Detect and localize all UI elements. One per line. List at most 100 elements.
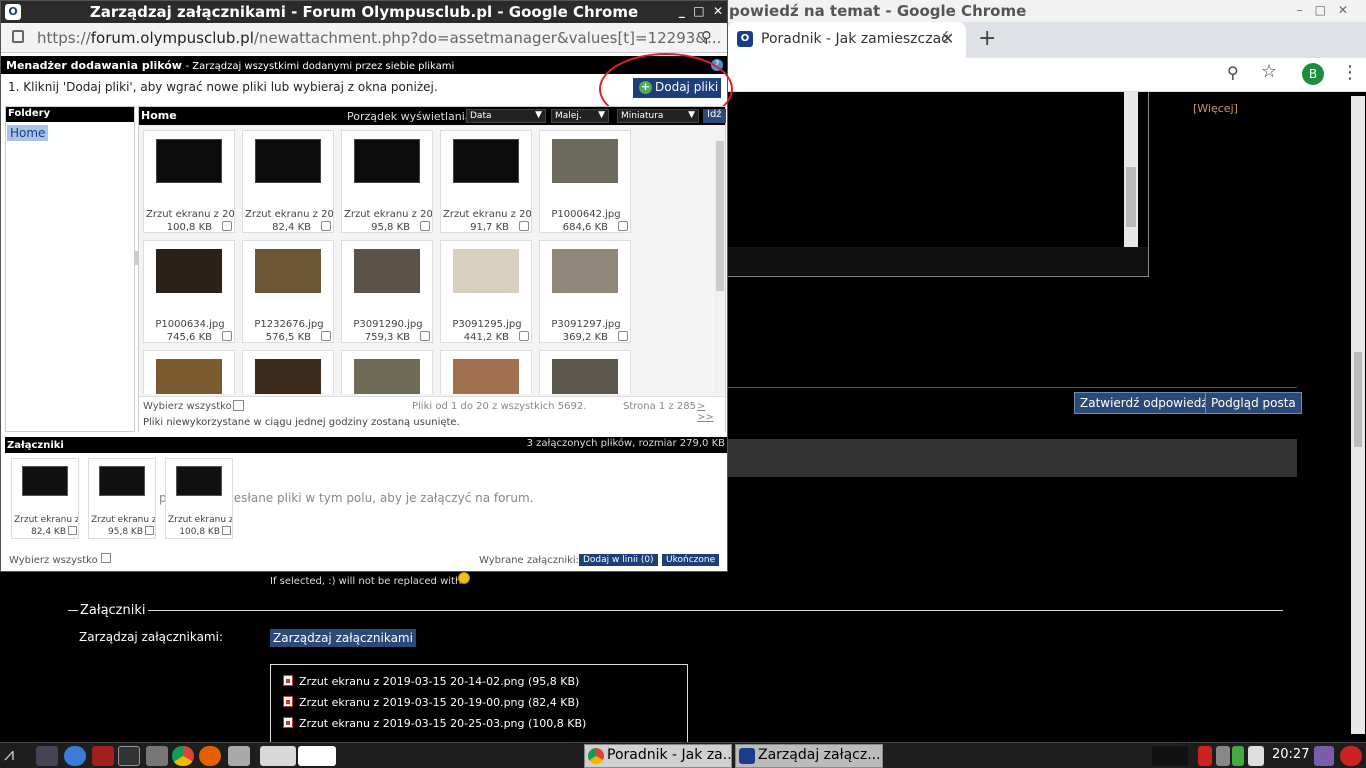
- file-tile[interactable]: [143, 350, 235, 394]
- message-editor[interactable]: [727, 92, 1149, 277]
- file-thumbnail[interactable]: [354, 249, 420, 293]
- file-tile[interactable]: Zrzut ekranu z 2019-03-15 20-14-02.png 95…: [341, 130, 433, 233]
- file-tile[interactable]: Zrzut ekranu z 2019-03-15 20-19-00.png 82…: [242, 130, 334, 233]
- popup-window-controls[interactable]: _ □ ✕: [679, 4, 723, 18]
- network-icon[interactable]: [64, 746, 86, 766]
- file-thumbnail[interactable]: [453, 139, 519, 183]
- tab-poradnik[interactable]: O Poradnik - Jak zamieszczać ✕: [727, 22, 966, 58]
- file-thumbnail[interactable]: [552, 249, 618, 293]
- task-poradnik[interactable]: Poradnik - Jak za...: [584, 744, 732, 768]
- attachment-thumbnail[interactable]: [176, 466, 222, 496]
- menu-icon[interactable]: ⋮: [1341, 62, 1359, 83]
- zoom-icon[interactable]: ⚲: [701, 28, 712, 46]
- file-thumbnail[interactable]: [453, 249, 519, 293]
- attachment-tile[interactable]: Zrzut ekranu z 2019-03-15 20-19-00.png 82…: [11, 458, 79, 539]
- start-menu-icon[interactable]: ⩘: [4, 746, 26, 766]
- attachment-checkbox[interactable]: [222, 526, 231, 535]
- files-icon[interactable]: [146, 746, 168, 766]
- file-thumbnail[interactable]: [552, 359, 618, 394]
- file-checkbox[interactable]: [222, 221, 232, 231]
- file-grid-scrollbar-thumb[interactable]: [716, 141, 724, 291]
- file-tile[interactable]: P1000642.jpg 684,6 KB: [539, 130, 631, 233]
- file-checkbox[interactable]: [618, 221, 628, 231]
- select-all-checkbox[interactable]: [233, 400, 244, 411]
- file-tile[interactable]: P3091290.jpg 759,3 KB: [341, 240, 433, 343]
- task-attachments[interactable]: Zarządaj załącz...: [735, 744, 883, 768]
- view-mode-select[interactable]: Miniatura ▼: [617, 109, 699, 123]
- attachment-tile[interactable]: Zrzut ekranu z 2019-03-15 20-14-02.png 95…: [88, 458, 156, 539]
- file-checkbox[interactable]: [420, 221, 430, 231]
- file-tile[interactable]: P1232676.jpg 576,5 KB: [242, 240, 334, 343]
- done-button[interactable]: Ukończone: [662, 554, 720, 566]
- clock[interactable]: 20:27: [1272, 747, 1309, 762]
- file-checkbox[interactable]: [519, 331, 529, 341]
- editor-resize-bar[interactable]: [728, 247, 1148, 275]
- sort-by-select[interactable]: Data ▼: [466, 109, 546, 123]
- app-launcher-icon[interactable]: [92, 746, 114, 766]
- desktop-icon[interactable]: [36, 746, 58, 766]
- editor-textarea[interactable]: [728, 92, 1140, 247]
- profile-avatar[interactable]: B: [1302, 63, 1324, 85]
- battery-icon[interactable]: [1232, 746, 1244, 766]
- insert-inline-button[interactable]: Dodaj w linii (0): [579, 554, 658, 566]
- file-tile[interactable]: Zrzut ekranu z 2019-03-15 20-25-03.png 10…: [143, 130, 235, 233]
- file-thumbnail[interactable]: [255, 249, 321, 293]
- file-checkbox[interactable]: [321, 221, 331, 231]
- file-thumbnail[interactable]: [552, 139, 618, 183]
- file-tile[interactable]: P3091295.jpg 441,2 KB: [440, 240, 532, 343]
- editor-scrollbar[interactable]: [1124, 92, 1138, 247]
- file-thumbnail[interactable]: [354, 139, 420, 183]
- firefox-icon[interactable]: [199, 746, 221, 766]
- file-tile[interactable]: [341, 350, 433, 394]
- next-page-links[interactable]: > >>: [697, 401, 725, 423]
- file-thumbnail[interactable]: [255, 359, 321, 394]
- file-tile[interactable]: Zrzut ekranu z 2019-03-15 20-10-44.png 91…: [440, 130, 532, 233]
- tray-usb-icon[interactable]: [1216, 746, 1230, 766]
- file-thumbnail[interactable]: [156, 359, 222, 394]
- workspace-2-icon[interactable]: [298, 746, 336, 766]
- file-checkbox[interactable]: [519, 221, 529, 231]
- window-controls[interactable]: –□✕: [1297, 3, 1360, 17]
- file-tile[interactable]: P1000634.jpg 745,6 KB: [143, 240, 235, 343]
- sort-order-select[interactable]: Malej. ▼: [551, 109, 609, 123]
- file-tile[interactable]: [440, 350, 532, 394]
- folder-home[interactable]: Home: [7, 125, 49, 141]
- file-grid-scrollbar[interactable]: [715, 141, 725, 393]
- attachment-checkbox[interactable]: [68, 526, 77, 535]
- chrome-icon[interactable]: [172, 746, 194, 766]
- clipboard-icon[interactable]: [1248, 746, 1264, 766]
- new-tab-icon[interactable]: +: [978, 26, 996, 51]
- file-thumbnail[interactable]: [156, 139, 222, 183]
- file-tile[interactable]: P3091297.jpg 369,2 KB: [539, 240, 631, 343]
- attached-file-link[interactable]: Zrzut ekranu z 2019-03-15 20-25-03.png (…: [283, 717, 586, 730]
- window-switcher-icon[interactable]: [228, 746, 250, 766]
- user-icon[interactable]: [1314, 746, 1334, 766]
- page-scrollbar-thumb[interactable]: [1354, 352, 1362, 447]
- attached-file-link[interactable]: Zrzut ekranu z 2019-03-15 20-14-02.png (…: [283, 675, 579, 688]
- preview-post-button[interactable]: Podgląd posta: [1205, 392, 1302, 414]
- file-checkbox[interactable]: [420, 331, 430, 341]
- file-thumbnail[interactable]: [354, 359, 420, 394]
- bookmark-star-icon[interactable]: ☆: [1261, 61, 1277, 82]
- more-smilies-link[interactable]: [Więcej]: [1193, 102, 1238, 115]
- attachment-thumbnail[interactable]: [99, 466, 145, 496]
- attachment-tile[interactable]: Zrzut ekranu z 2019-03-15 20-25-03.png 10…: [165, 458, 233, 539]
- file-checkbox[interactable]: [321, 331, 331, 341]
- address-bar[interactable]: https://forum.olympusclub.pl/newattachme…: [1, 23, 727, 53]
- page-scrollbar[interactable]: [1351, 96, 1365, 734]
- terminal-icon[interactable]: [118, 746, 140, 766]
- power-icon[interactable]: [1340, 746, 1362, 766]
- file-checkbox[interactable]: [618, 331, 628, 341]
- submit-reply-button[interactable]: Zatwierdź odpowiedź: [1074, 392, 1214, 414]
- manage-attachments-button[interactable]: Zarządzaj załącznikami: [270, 629, 416, 647]
- workspace-1-icon[interactable]: [260, 746, 296, 766]
- file-thumbnail[interactable]: [453, 359, 519, 394]
- go-button[interactable]: Idź: [703, 109, 726, 123]
- file-thumbnail[interactable]: [156, 249, 222, 293]
- file-checkbox[interactable]: [222, 331, 232, 341]
- attached-file-link[interactable]: Zrzut ekranu z 2019-03-15 20-19-00.png (…: [283, 696, 579, 709]
- file-tile[interactable]: [539, 350, 631, 394]
- attach-select-all-checkbox[interactable]: [101, 553, 111, 563]
- tray-close-icon[interactable]: [1198, 746, 1212, 766]
- editor-scrollbar-thumb[interactable]: [1126, 167, 1136, 227]
